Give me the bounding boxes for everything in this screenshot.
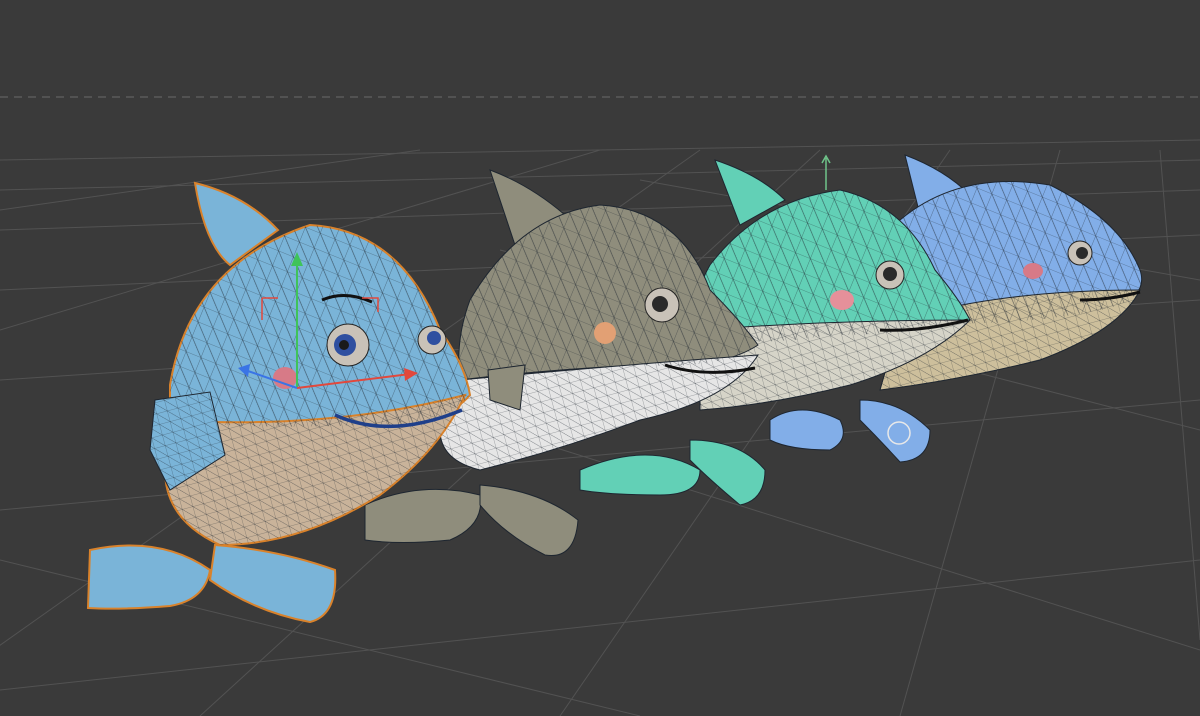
viewport-canvas[interactable] bbox=[0, 0, 1200, 716]
dolphin-1[interactable] bbox=[86, 181, 472, 624]
3d-viewport[interactable] bbox=[0, 0, 1200, 716]
cheek bbox=[1023, 263, 1043, 279]
cheek bbox=[830, 290, 854, 310]
cheek bbox=[594, 322, 616, 344]
